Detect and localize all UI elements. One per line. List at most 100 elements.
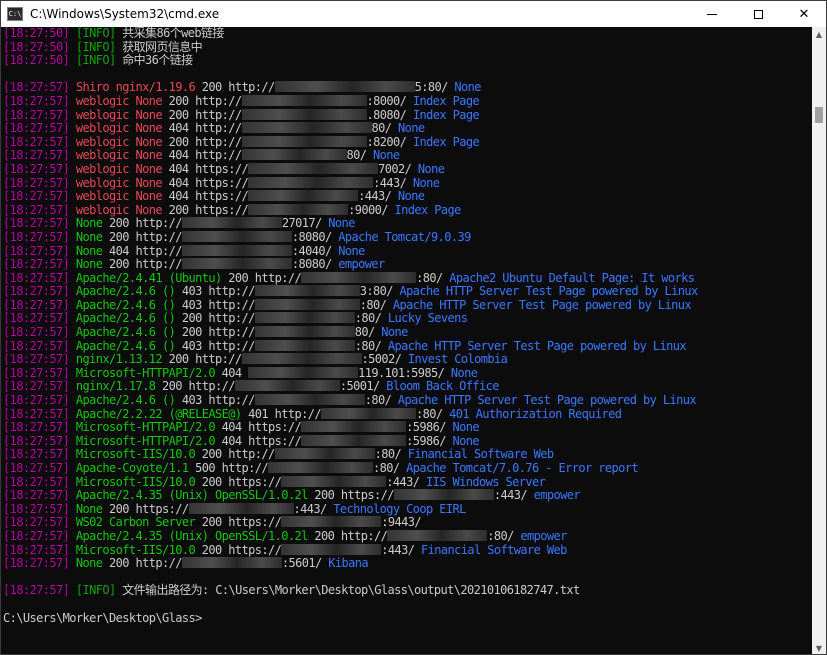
url-port: :80/ <box>374 447 402 462</box>
timestamp: [18:27:57] <box>3 488 70 503</box>
timestamp: [18:27:57] <box>3 311 70 326</box>
console-output[interactable]: [18:27:50] [INFO] 共采集86个web链接 [18:27:50] … <box>3 27 811 654</box>
url-scheme: http:// <box>195 352 242 367</box>
url-port: :8080/ <box>291 229 332 244</box>
maximize-icon <box>753 9 763 19</box>
url-scheme: http:// <box>208 284 255 299</box>
url-port: :5001/ <box>339 379 380 394</box>
vertical-scrollbar[interactable]: ▲ ▼ <box>812 27 826 654</box>
console-app-icon: C:\ <box>7 7 23 21</box>
timestamp: [18:27:57] <box>3 175 70 190</box>
url-scheme: http:// <box>195 93 242 108</box>
url-scheme: http:// <box>228 80 275 95</box>
close-button[interactable]: ✕ <box>781 1 826 27</box>
url-scheme: http:// <box>254 270 302 285</box>
url-scheme: https:// <box>135 501 190 516</box>
redacted-host <box>241 108 367 120</box>
result-line: [18:27:57] Apache/2.4.35 (Unix) OpenSSL/… <box>3 488 811 503</box>
url-port: :80/ <box>364 393 392 408</box>
url-scheme: http:// <box>195 134 242 149</box>
url-port: :8000/ <box>366 93 407 108</box>
page-title: Financial Software Web <box>407 447 554 462</box>
redacted-host <box>387 529 488 541</box>
status-code: 200 <box>168 107 189 122</box>
page-title: None <box>398 121 425 136</box>
server-fingerprint: Apache/2.4.41 (Ubuntu) <box>75 270 222 285</box>
result-line: [18:27:57] None 200 http://:8080/ empowe… <box>3 257 811 272</box>
url-port: :80/ <box>416 270 443 285</box>
url-port: :443/ <box>493 488 528 503</box>
timestamp: [18:27:57] <box>3 121 70 136</box>
redacted-host <box>274 448 375 460</box>
minimize-button[interactable] <box>689 1 735 27</box>
page-title: Index Page <box>394 202 462 217</box>
page-title: Invest Colombia <box>407 352 508 367</box>
page-title: None <box>452 420 480 435</box>
redacted-host <box>254 312 355 324</box>
result-line: [18:27:57] Microsoft-IIS/10.0 200 http:/… <box>3 448 811 462</box>
server-fingerprint: None <box>75 501 103 516</box>
result-line: [18:27:57] Apache/2.4.6 () 200 http://:8… <box>3 312 811 326</box>
url-scheme: http:// <box>195 148 242 163</box>
status-code: 200 <box>168 202 189 217</box>
status-code: 200 <box>181 311 202 326</box>
title-bar[interactable]: C:\ C:\Windows\System32\cmd.exe ✕ <box>1 1 826 27</box>
result-line: [18:27:57] Apache/2.4.6 () 403 http://:8… <box>3 297 811 313</box>
page-title: None <box>417 161 445 176</box>
server-fingerprint: weblogic None <box>75 202 163 217</box>
page-title: IIS Windows Server <box>426 474 546 489</box>
url-scheme: https:// <box>248 420 302 435</box>
redacted-host <box>301 421 407 433</box>
result-line: [18:27:57] Apache/2.4.6 () 200 http:// 80… <box>3 325 811 340</box>
result-line: [18:27:57] None 200 https://:443/ Techno… <box>3 501 811 517</box>
status-code: 500 <box>195 461 215 475</box>
scroll-thumb[interactable] <box>815 107 823 123</box>
status-code: 403 <box>181 393 202 408</box>
server-fingerprint: Microsoft-HTTPAPI/2.0 <box>75 420 216 435</box>
url-port: 27017/ <box>281 216 322 231</box>
url-scheme: http:// <box>195 107 242 122</box>
maximize-button[interactable] <box>735 1 781 27</box>
url-port: :443/ <box>381 542 415 557</box>
status-code: 200 <box>314 488 335 503</box>
timestamp: [18:27:57] <box>3 134 70 149</box>
url-port: :80/ <box>487 528 514 543</box>
scroll-up-icon[interactable]: ▲ <box>812 27 826 41</box>
timestamp: [18:27:57] <box>3 501 70 516</box>
result-line: [18:27:57] Microsoft-HTTPAPI/2.0 404 119… <box>3 365 811 381</box>
status-code: 200 <box>168 352 189 367</box>
timestamp: [18:27:57] <box>3 284 70 299</box>
log-message: 命中36个链接 <box>115 53 193 68</box>
scroll-down-icon[interactable]: ▼ <box>812 641 826 654</box>
redacted-host <box>248 203 349 215</box>
url-port: :443/ <box>358 189 392 204</box>
page-title: Apache HTTP Server Test Page powered by … <box>392 297 692 312</box>
status-code: 200 <box>168 93 189 108</box>
timestamp: [18:27:57] <box>3 474 70 489</box>
redacted-host <box>281 543 382 555</box>
timestamp: [18:27:57] <box>3 270 70 285</box>
timestamp: [18:27:57] <box>3 379 70 394</box>
server-fingerprint: None <box>75 229 103 244</box>
url-port: :80/ <box>354 311 382 326</box>
redacted-host <box>241 353 362 365</box>
url-scheme: http:// <box>135 243 183 258</box>
redacted-host <box>254 298 360 310</box>
result-line: [18:27:57] weblogic None 404 https://:44… <box>3 189 811 204</box>
status-code: 200 <box>109 556 129 571</box>
timestamp: [18:27:57] <box>3 148 70 163</box>
page-title: Technology Coop EIRL <box>333 501 466 516</box>
close-icon: ✕ <box>798 6 810 22</box>
server-fingerprint: weblogic None <box>75 121 163 136</box>
page-title: Index Page <box>412 93 480 108</box>
page-title: Lucky Sevens <box>387 311 468 326</box>
status-code: 200 <box>109 257 129 272</box>
result-line: [18:27:57] weblogic None 404 https://:44… <box>3 175 811 191</box>
url-port: :4040/ <box>291 243 332 258</box>
server-fingerprint: None <box>75 216 103 231</box>
result-line: [18:27:57] None 404 http://:4040/ None <box>3 243 811 259</box>
status-code: 200 <box>314 528 335 543</box>
status-code: 404 <box>221 365 242 380</box>
log-level-tag: [INFO] <box>75 583 116 598</box>
server-fingerprint: Apache/2.4.35 (Unix) OpenSSL/1.0.2l <box>75 528 308 543</box>
